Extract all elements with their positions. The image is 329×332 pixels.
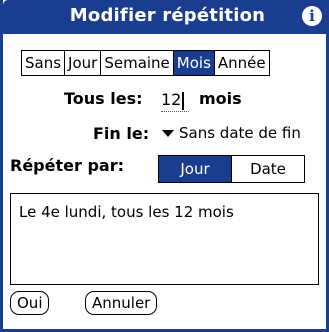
- repeat-type-jour[interactable]: Jour: [65, 51, 102, 75]
- interval-field[interactable]: 12: [161, 89, 189, 112]
- repeat-by-label: Répéter par:: [10, 156, 124, 175]
- repeat-by-date[interactable]: Date: [232, 156, 304, 182]
- ok-button[interactable]: Oui: [10, 291, 50, 315]
- repeat-type-sans[interactable]: Sans: [22, 51, 66, 75]
- dialog-title: Modifier répétition: [69, 5, 266, 26]
- info-icon[interactable]: i: [302, 6, 322, 26]
- repeat-dialog: Modifier répétition i Sans Jour Semaine …: [0, 0, 329, 332]
- repeat-type-mois[interactable]: Mois: [173, 51, 215, 75]
- end-date-label: Fin le:: [93, 124, 150, 143]
- title-bar: Modifier répétition i: [3, 0, 329, 34]
- repeat-type-annee[interactable]: Année: [214, 51, 269, 75]
- repeat-type-semaine[interactable]: Semaine: [101, 51, 174, 75]
- repeat-description: Le 4e lundi, tous les 12 mois: [10, 193, 319, 285]
- every-label: Tous les:: [64, 89, 143, 108]
- interval-unit: mois: [199, 89, 242, 108]
- end-date-popup-trigger[interactable]: Sans date de fin: [162, 124, 301, 142]
- dropdown-arrow-icon: [162, 129, 174, 137]
- text-cursor: [182, 91, 185, 110]
- cancel-button[interactable]: Annuler: [85, 291, 158, 315]
- repeat-type-selector: Sans Jour Semaine Mois Année: [21, 50, 270, 76]
- interval-value: 12: [161, 90, 182, 109]
- repeat-by-jour[interactable]: Jour: [159, 156, 232, 182]
- repeat-by-selector: Jour Date: [158, 155, 305, 183]
- end-date-value: Sans date de fin: [179, 124, 301, 142]
